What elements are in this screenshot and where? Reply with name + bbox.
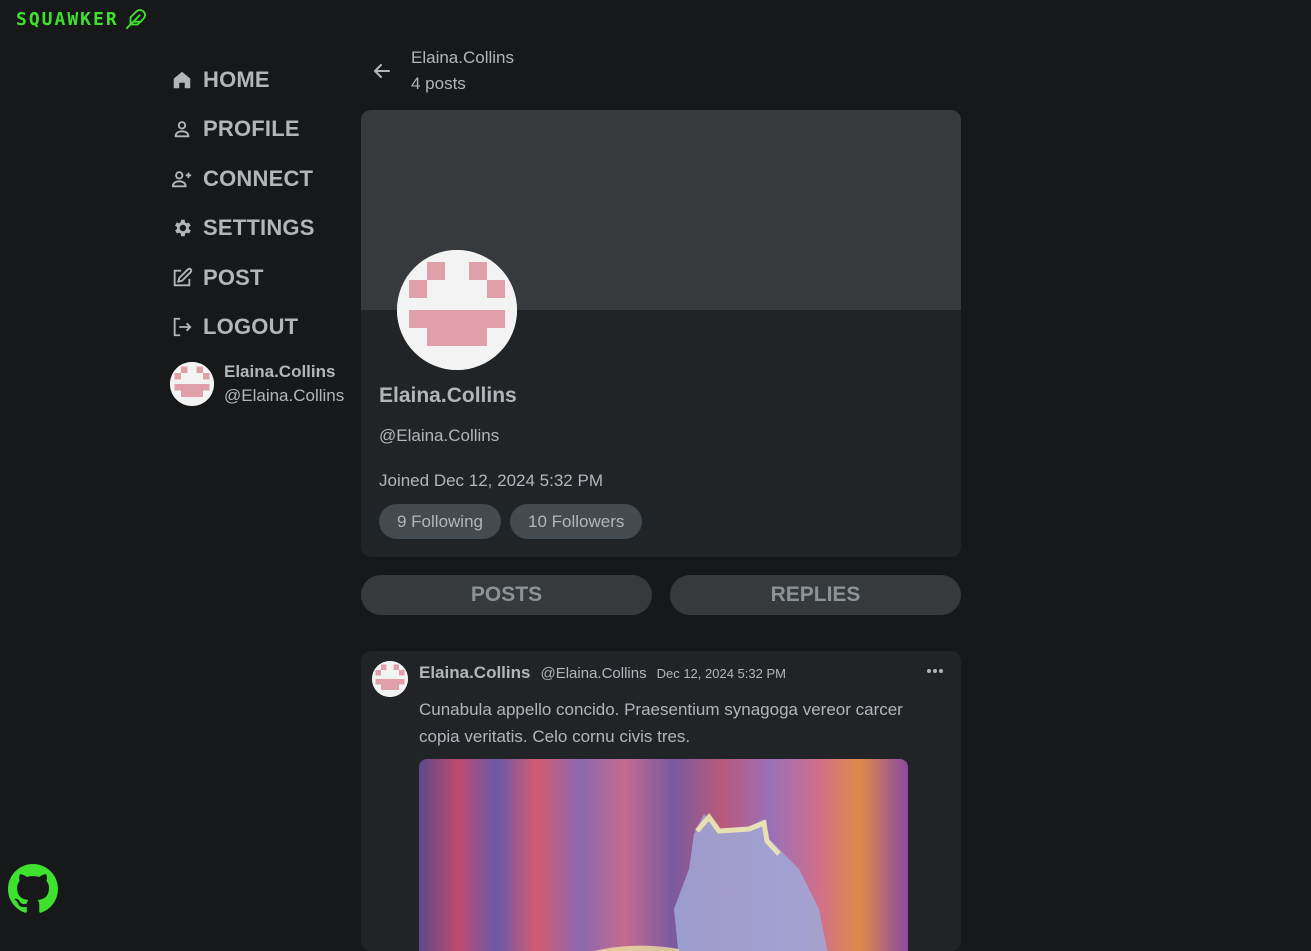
edit-icon bbox=[170, 266, 194, 290]
post-card[interactable]: Elaina.Collins @Elaina.Collins Dec 12, 2… bbox=[361, 651, 961, 951]
nav-label: CONNECT bbox=[203, 165, 314, 191]
github-link[interactable] bbox=[8, 864, 58, 914]
post-timestamp: Dec 12, 2024 5:32 PM bbox=[656, 666, 786, 681]
current-user-card[interactable]: Elaina.Collins @Elaina.Collins bbox=[170, 362, 344, 406]
brand-name: SQUAWKER bbox=[16, 8, 119, 30]
feather-icon bbox=[125, 9, 146, 30]
nav-item-connect[interactable]: CONNECT bbox=[170, 154, 360, 204]
profile-handle: @Elaina.Collins bbox=[379, 426, 500, 445]
brand-logo[interactable]: SQUAWKER bbox=[16, 8, 147, 30]
nav-label: SETTINGS bbox=[203, 215, 315, 241]
followers-button[interactable]: 10 Followers bbox=[510, 504, 643, 539]
nav-item-logout[interactable]: LOGOUT bbox=[170, 303, 360, 353]
profile-joined-date: Joined Dec 12, 2024 5:32 PM bbox=[379, 471, 603, 490]
nav-item-home[interactable]: HOME bbox=[170, 55, 360, 105]
nav-label: LOGOUT bbox=[203, 314, 299, 340]
post-body: Cunabula appello concido. Praesentium sy… bbox=[419, 700, 903, 746]
tab-posts[interactable]: POSTS bbox=[361, 575, 652, 615]
post-image[interactable] bbox=[419, 759, 908, 951]
header-post-count: 4 posts bbox=[411, 74, 466, 93]
github-icon bbox=[8, 864, 58, 913]
sidebar-nav: HOME PROFILE CONNECT SETTINGS POST LOGOU… bbox=[170, 55, 360, 352]
profile-header: Elaina.Collins 4 posts bbox=[370, 48, 514, 94]
logout-icon bbox=[170, 315, 194, 339]
nav-item-profile[interactable]: PROFILE bbox=[170, 105, 360, 155]
user-icon bbox=[170, 117, 194, 141]
home-icon bbox=[170, 68, 194, 92]
header-username: Elaina.Collins bbox=[411, 48, 514, 67]
user-plus-icon bbox=[170, 167, 194, 191]
current-user-handle: @Elaina.Collins bbox=[224, 386, 345, 405]
profile-tabs: POSTS REPLIES bbox=[361, 575, 961, 615]
post-author-handle: @Elaina.Collins bbox=[540, 665, 647, 682]
post-author-name[interactable]: Elaina.Collins bbox=[419, 663, 530, 683]
nav-label: POST bbox=[203, 264, 264, 290]
avatar bbox=[170, 362, 214, 406]
nav-label: HOME bbox=[203, 66, 270, 92]
gear-icon bbox=[170, 216, 194, 240]
nav-item-post[interactable]: POST bbox=[170, 253, 360, 303]
back-arrow-icon[interactable] bbox=[370, 59, 394, 83]
tab-replies[interactable]: REPLIES bbox=[670, 575, 961, 615]
following-button[interactable]: 9 Following bbox=[379, 504, 501, 539]
nav-item-settings[interactable]: SETTINGS bbox=[170, 204, 360, 254]
current-user-name: Elaina.Collins bbox=[224, 362, 336, 381]
post-author-avatar[interactable] bbox=[372, 661, 408, 697]
nav-label: PROFILE bbox=[203, 116, 300, 142]
profile-avatar bbox=[397, 250, 517, 370]
more-options-icon[interactable] bbox=[925, 663, 945, 679]
profile-name: Elaina.Collins bbox=[379, 384, 517, 407]
profile-card: Elaina.Collins @Elaina.Collins Joined De… bbox=[361, 110, 961, 557]
